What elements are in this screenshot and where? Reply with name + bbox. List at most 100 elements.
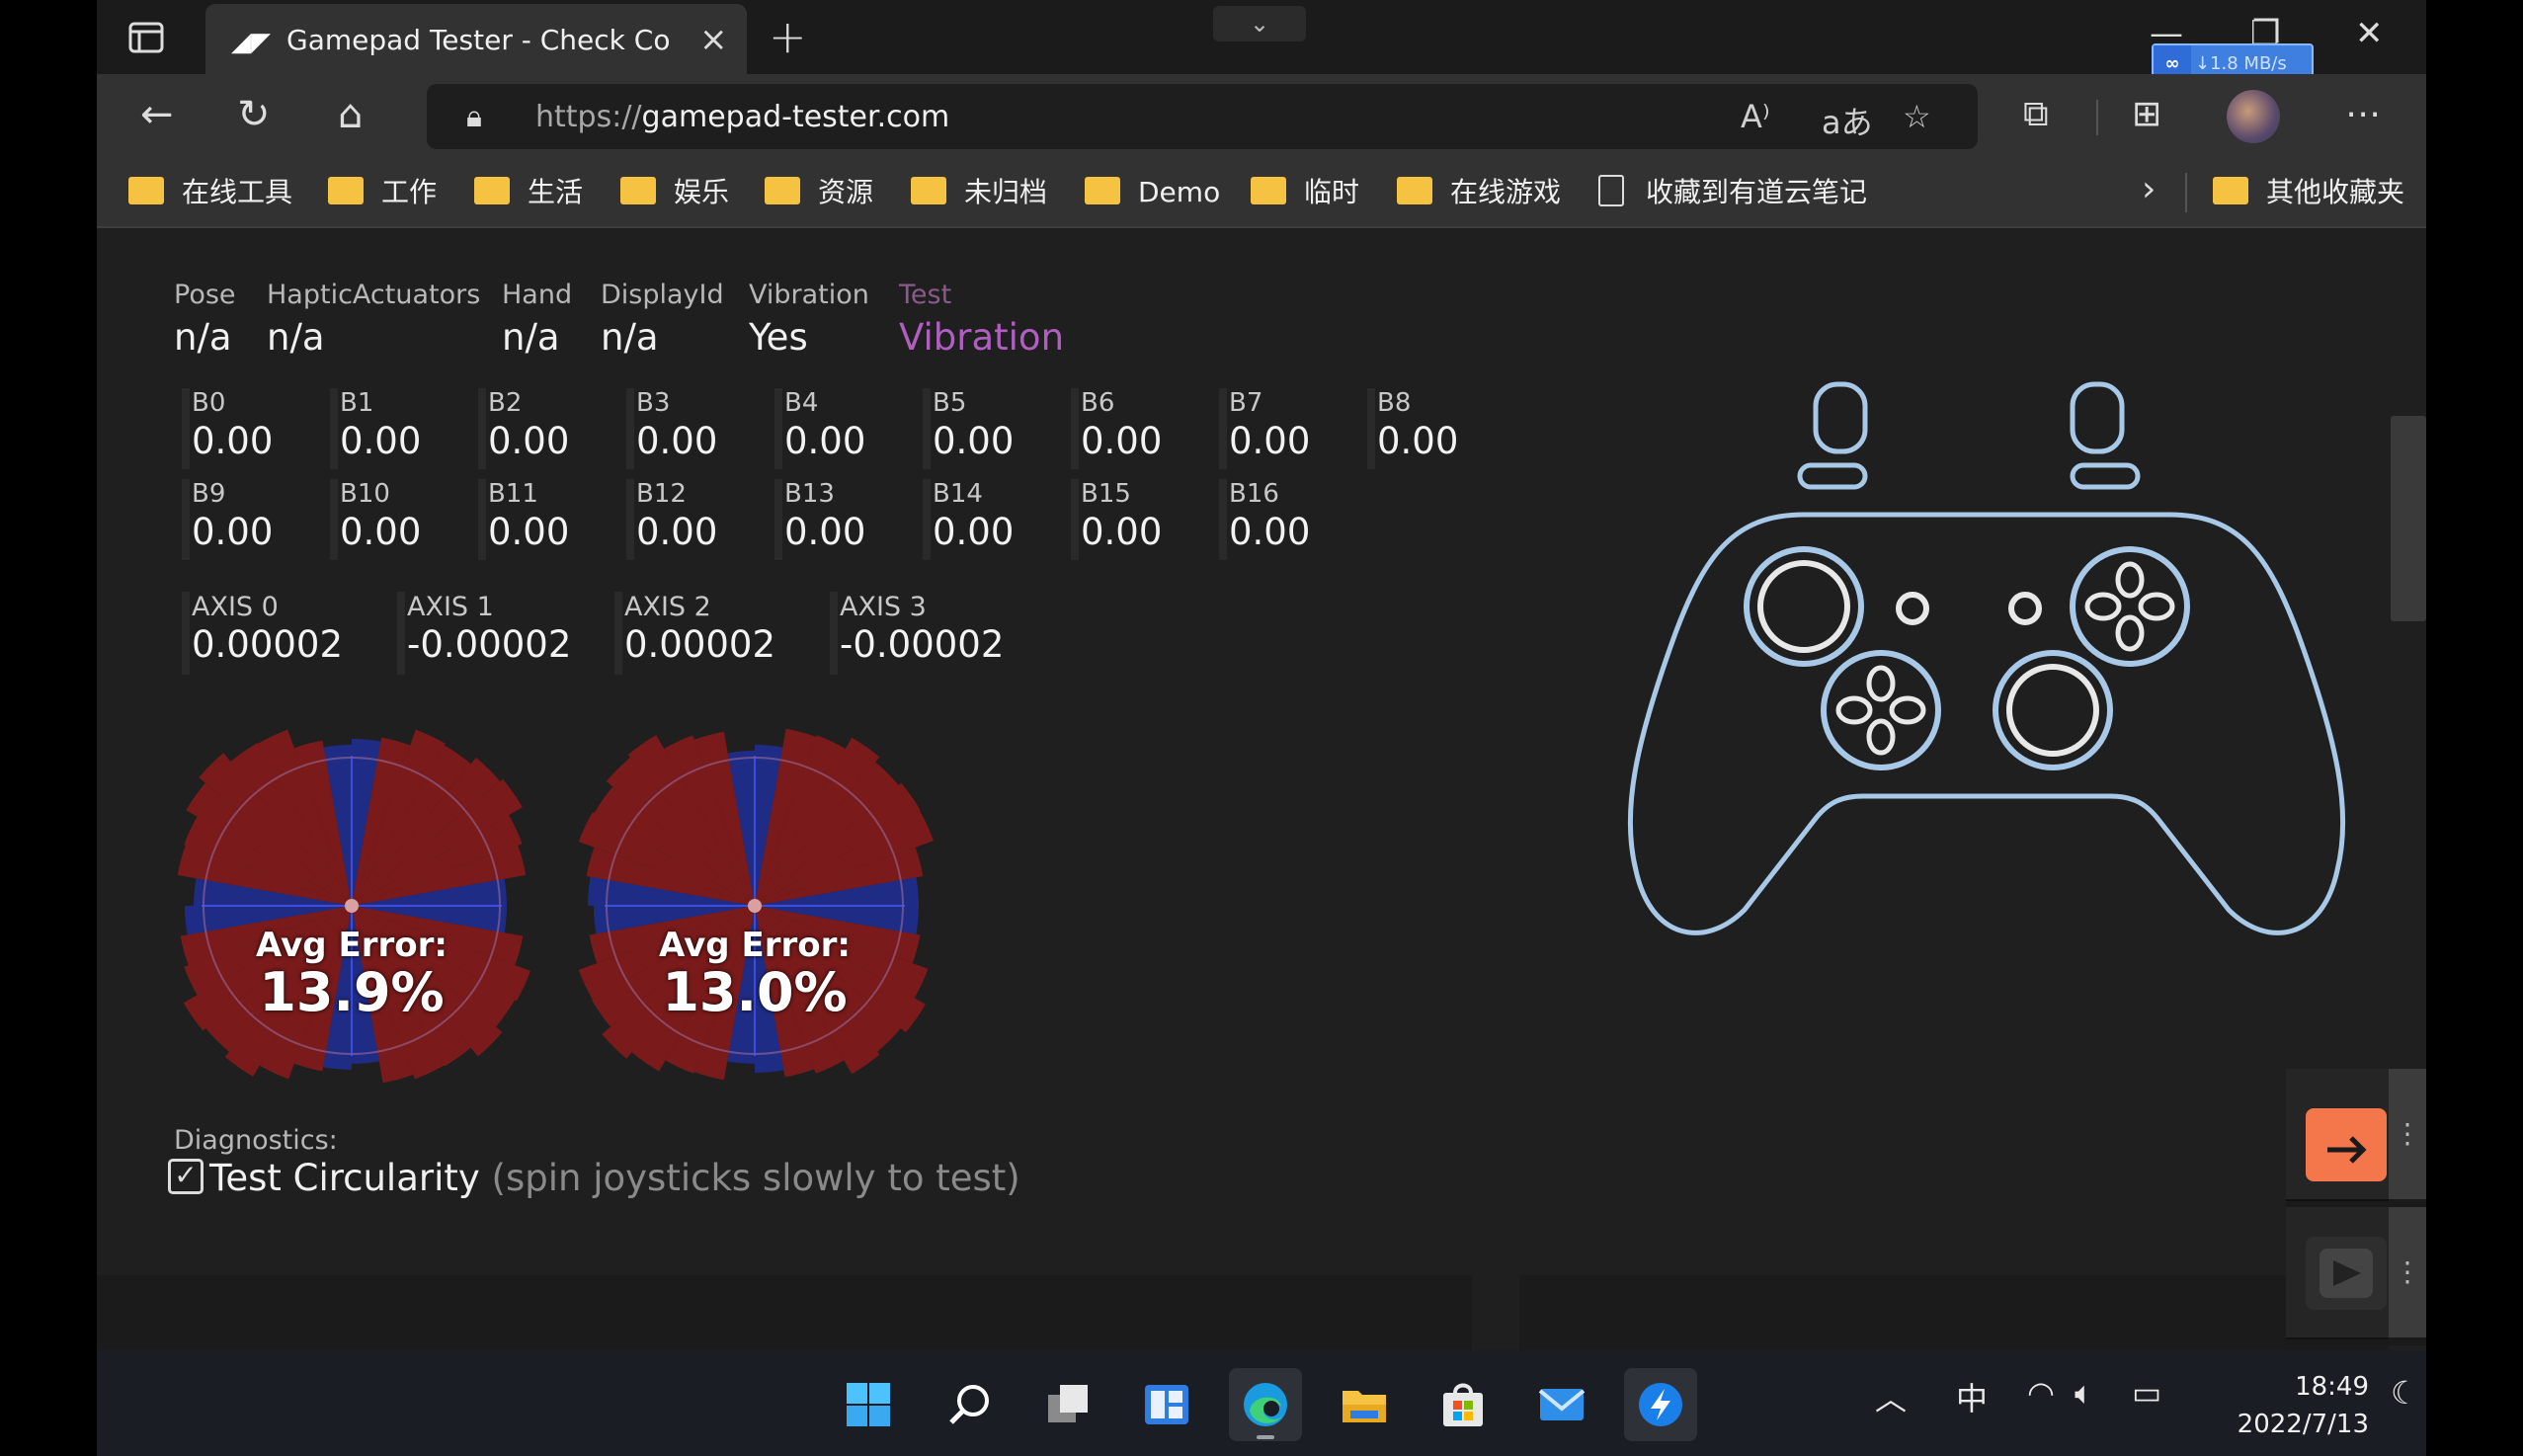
bookmark-folder[interactable]: 工作 — [328, 173, 437, 212]
wifi-icon[interactable]: ◠ — [2027, 1374, 2055, 1412]
button-label: B6 — [1081, 388, 1115, 418]
panel-more-icon[interactable]: ⋮ — [2389, 1207, 2426, 1337]
meta-key: DisplayId — [601, 280, 724, 310]
bookmarks-divider — [2185, 173, 2187, 212]
lower-section-left — [97, 1275, 1472, 1350]
start-button — [2008, 592, 2042, 625]
more-menu-icon[interactable]: ⋯ — [2345, 94, 2381, 134]
button-cell: B3 0.00 — [626, 388, 765, 469]
button-value: 0.00 — [784, 511, 866, 553]
test-vibration-link[interactable]: Test Vibration — [899, 280, 1064, 359]
button-value: 0.00 — [636, 420, 718, 462]
bookmark-folder[interactable]: 娱乐 — [620, 173, 729, 212]
home-icon[interactable]: ⌂ — [338, 92, 363, 137]
meta-value: n/a — [174, 316, 232, 359]
value-bar — [1071, 388, 1079, 469]
button-cell: B12 0.00 — [626, 479, 765, 560]
tab-search-chevron-icon[interactable]: ⌄ — [1213, 6, 1306, 41]
url-text[interactable]: https://gamepad-tester.com — [535, 100, 949, 134]
face-button-bottom — [2115, 614, 2145, 652]
active-tab[interactable]: ◢◤ Gamepad Tester - Check Controll × — [205, 4, 747, 74]
button-cell: B15 0.00 — [1071, 479, 1209, 560]
more-bookmarks-chevron-icon[interactable]: › — [2142, 169, 2156, 209]
mail-app[interactable] — [1525, 1368, 1598, 1441]
bookmark-folder[interactable]: 未归档 — [911, 173, 1047, 212]
button-label: B4 — [784, 388, 819, 418]
axis-cell: AXIS 2 0.00002 — [614, 592, 822, 675]
profile-avatar[interactable] — [2227, 90, 2280, 143]
lower-section-right — [1519, 1275, 2389, 1350]
right-stick-circularity-plot: Avg Error: 13.0% — [575, 726, 935, 1086]
battery-charging-icon[interactable]: ▭ — [2132, 1374, 2161, 1412]
lock-icon[interactable]: 🔒︎ — [466, 100, 482, 134]
browser-window: ◢◤ Gamepad Tester - Check Controll × + ⌄… — [97, 0, 2426, 1456]
file-explorer-app[interactable] — [1328, 1368, 1401, 1441]
bookmark-folder[interactable]: 资源 — [765, 173, 873, 212]
bookmark-folder[interactable]: 生活 — [474, 173, 583, 212]
widgets-button[interactable] — [1130, 1368, 1203, 1441]
address-bar[interactable]: 🔒︎ https://gamepad-tester.com A⁾ aあ ☆ — [427, 84, 1978, 149]
test-circularity-label[interactable]: Test Circularity — [209, 1157, 480, 1199]
folder-icon — [474, 177, 510, 204]
translate-icon[interactable]: aあ — [1822, 98, 1873, 143]
bookmark-page[interactable]: 收藏到有道云笔记 — [1598, 173, 1867, 212]
meta-key: Hand — [502, 280, 573, 310]
media-play-icon — [2306, 1237, 2387, 1310]
collections-icon[interactable]: ⊞ — [2132, 94, 2161, 134]
back-icon[interactable]: ← — [140, 92, 174, 137]
bookmark-folder[interactable]: Demo — [1085, 173, 1220, 212]
close-window-icon[interactable]: ✕ — [2355, 14, 2384, 53]
add-favorite-icon[interactable]: ☆ — [1903, 98, 1931, 135]
button-cell: B7 0.00 — [1219, 388, 1357, 469]
show-hidden-icons-icon[interactable]: ︿ — [1875, 1374, 1907, 1419]
focus-assist-icon[interactable]: ☾ — [2391, 1374, 2419, 1412]
diagnostics-label: Diagnostics: — [174, 1125, 338, 1156]
axis-label: AXIS 3 — [840, 592, 927, 622]
button-cell: B14 0.00 — [923, 479, 1061, 560]
read-aloud-icon[interactable]: A⁾ — [1741, 98, 1770, 135]
start-button[interactable] — [832, 1368, 905, 1441]
button-value: 0.00 — [784, 420, 866, 462]
meta-value: n/a — [267, 316, 325, 359]
microsoft-store-app[interactable] — [1426, 1368, 1500, 1441]
send-file-button[interactable] — [2286, 1069, 2389, 1201]
right-stick-outer — [1993, 650, 2113, 770]
volume-icon[interactable]: 🔈︎ — [2075, 1374, 2093, 1413]
button-label: B10 — [340, 479, 390, 509]
clock[interactable]: 18:49 2022/7/13 — [2201, 1368, 2369, 1443]
media-button[interactable] — [2286, 1207, 2389, 1339]
button-label: B15 — [1081, 479, 1131, 509]
dpad-left — [1835, 695, 1873, 725]
button-cell: B2 0.00 — [478, 388, 616, 469]
meta-value: n/a — [502, 316, 560, 359]
task-view-button[interactable] — [1031, 1368, 1104, 1441]
button-value: 0.00 — [1081, 420, 1163, 462]
other-bookmarks-folder[interactable]: 其他收藏夹 — [2213, 173, 2404, 212]
mail-icon — [1538, 1389, 1586, 1420]
tab-actions-icon[interactable] — [126, 18, 166, 57]
test-circularity-option[interactable]: ✓ Test Circularity (spin joysticks slowly… — [168, 1157, 1020, 1199]
bookmark-folder[interactable]: 在线工具 — [128, 173, 292, 212]
meta-display-id: DisplayId n/a — [601, 280, 724, 359]
meta-haptic: HapticActuators n/a — [267, 280, 480, 359]
scrollbar-thumb[interactable] — [2391, 416, 2426, 621]
edge-app[interactable] — [1229, 1368, 1302, 1441]
button-cell: B16 0.00 — [1219, 479, 1357, 560]
bookmark-folder[interactable]: 临时 — [1251, 173, 1359, 212]
new-tab-icon[interactable]: + — [769, 10, 807, 63]
button-value: 0.00 — [933, 511, 1015, 553]
folder-arrow-icon — [2306, 1108, 2387, 1181]
feishu-app[interactable] — [1624, 1368, 1697, 1441]
search-button[interactable] — [933, 1368, 1006, 1441]
button-cell: B10 0.00 — [330, 479, 468, 560]
face-button-top — [2115, 561, 2145, 599]
avg-error-label: Avg Error: — [256, 926, 448, 965]
test-circularity-checkbox[interactable]: ✓ — [168, 1158, 203, 1194]
bookmark-folder[interactable]: 在线游戏 — [1397, 173, 1561, 212]
extensions-icon[interactable]: ⧉ — [2023, 94, 2049, 135]
panel-more-icon[interactable]: ⋮ — [2389, 1069, 2426, 1199]
button-label: B12 — [636, 479, 687, 509]
refresh-icon[interactable]: ↻ — [237, 92, 271, 137]
ime-indicator[interactable]: 中 — [1956, 1374, 1988, 1419]
close-tab-icon[interactable]: × — [699, 20, 728, 59]
